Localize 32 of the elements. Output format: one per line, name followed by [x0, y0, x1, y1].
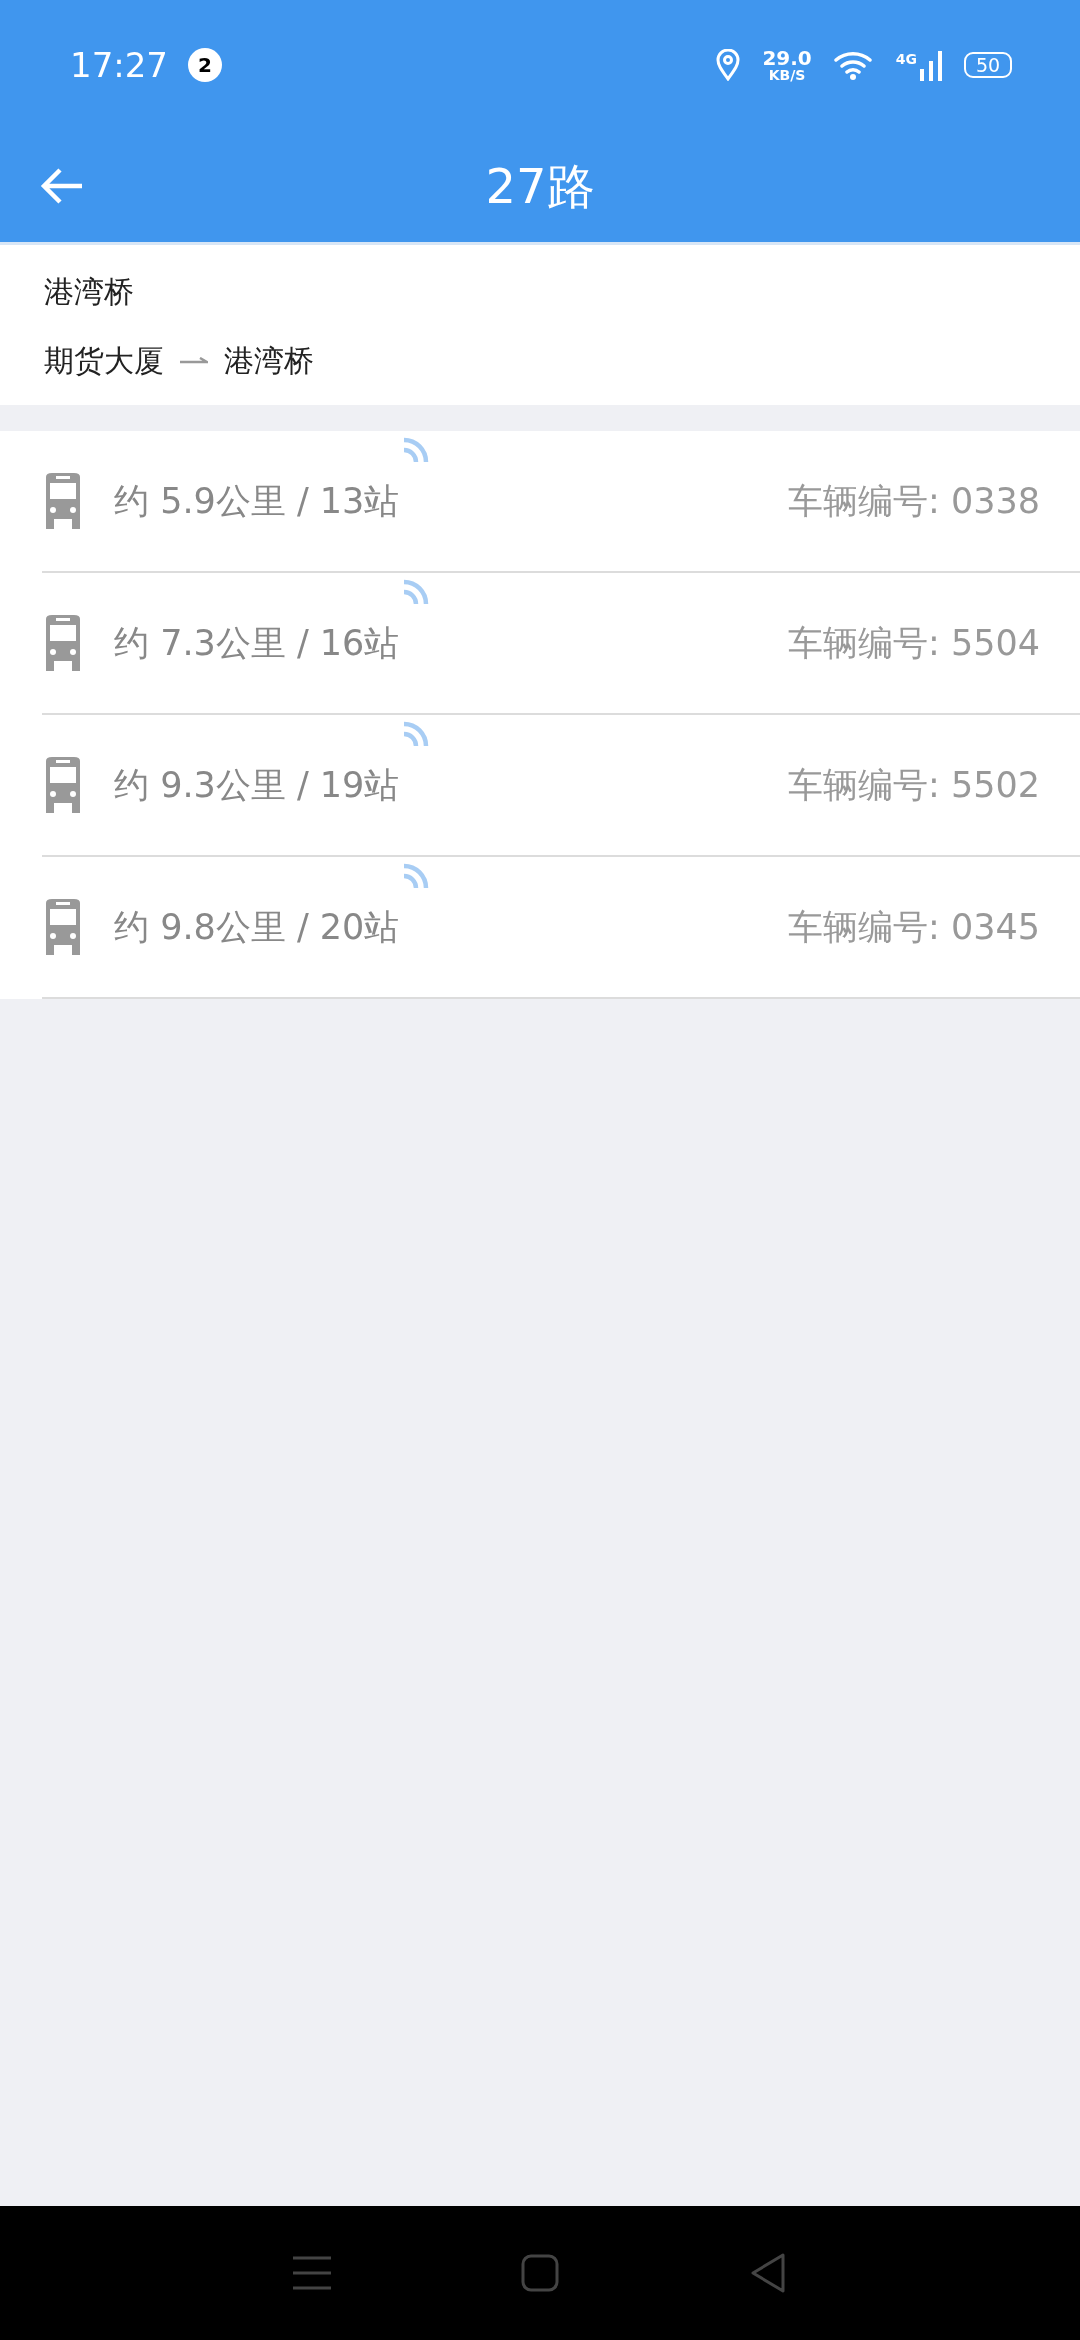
vehicle-number: 车辆编号: 5504 [788, 621, 1040, 665]
location-icon [716, 49, 741, 81]
stop-name: 港湾桥 [44, 273, 135, 311]
home-icon[interactable] [521, 2254, 559, 2292]
vehicle-number: 车辆编号: 5502 [788, 763, 1040, 807]
bus-distance: 约 9.8公里 / 20站 [114, 900, 400, 954]
vehicle-number: 车辆编号: 0338 [788, 479, 1040, 523]
live-signal-icon [401, 578, 430, 607]
live-signal-icon [401, 862, 430, 891]
live-signal-icon [401, 436, 430, 465]
destination-stop: 港湾桥 [224, 342, 314, 380]
bus-distance: 约 9.3公里 / 19站 [114, 758, 400, 812]
notification-badge: 2 [188, 48, 222, 82]
bus-distance: 约 7.3公里 / 16站 [114, 616, 400, 670]
back-icon[interactable] [749, 2252, 787, 2294]
wifi-icon [833, 50, 874, 80]
signal-icon [920, 49, 942, 81]
bus-row[interactable]: 约 9.8公里 / 20站 车辆编号: 0345 [42, 857, 1080, 999]
menu-icon[interactable] [293, 2256, 331, 2290]
live-signal-icon [401, 720, 430, 749]
bus-row[interactable]: 约 7.3公里 / 16站 车辆编号: 5504 [42, 573, 1080, 715]
bus-row[interactable]: 约 5.9公里 / 13站 车辆编号: 0338 [42, 431, 1080, 573]
network-type: 4G [895, 50, 917, 69]
status-time: 17:27 [70, 43, 168, 87]
battery-indicator: 50 [964, 52, 1012, 78]
page-title: 27路 [485, 157, 595, 216]
network-speed: 29.0 [762, 48, 812, 68]
bus-distance: 约 5.9公里 / 13站 [114, 474, 400, 528]
speed-unit: KB/S [768, 68, 806, 82]
vehicle-number: 车辆编号: 0345 [788, 905, 1040, 949]
origin-stop: 期货大厦 [44, 342, 164, 380]
bus-row[interactable]: 约 9.3公里 / 19站 车辆编号: 5502 [42, 715, 1080, 857]
